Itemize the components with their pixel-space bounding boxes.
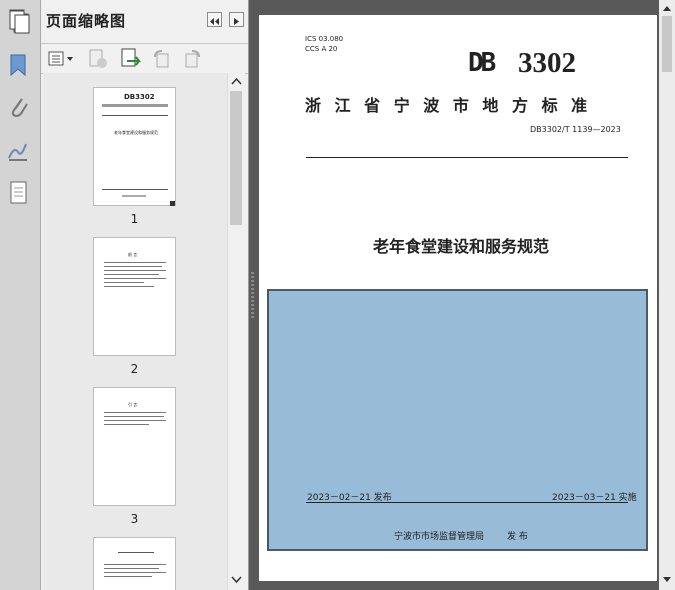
doc-scroll-up-icon[interactable] [662,4,672,12]
header-divider [306,157,628,158]
document-scroll-thumb[interactable] [662,16,672,72]
footer-divider [306,502,628,503]
db-logo: DB [468,48,496,78]
scroll-up-icon[interactable] [231,77,242,85]
ics-code: ICS 03.080 [305,35,344,43]
standard-id: DB3302/T 1139—2023 [530,125,621,134]
db-number: 3302 [518,47,576,79]
document-title: 老年食堂建设和服务规范 [373,237,550,256]
bookmarks-icon[interactable] [6,52,30,78]
panel-header-icon [9,10,30,34]
current-page-marker [170,201,175,206]
extract-page-icon[interactable] [119,47,143,71]
attachments-icon[interactable] [6,94,30,120]
chevron-right-icon [234,18,239,25]
thumbnail-page-2[interactable]: 前 言 [93,237,176,356]
issue-word: 发 布 [507,532,528,542]
thumbnail-list[interactable]: DB3302 老年食堂建设和服务规范 1 前 言 2 引 言 3 [43,73,227,590]
document-scrollbar[interactable] [659,0,675,590]
options-menu-icon[interactable] [48,50,76,68]
thumbnail-label-3: 3 [130,512,139,526]
splitter-handle[interactable] [251,272,254,318]
scroll-down-icon[interactable] [231,576,242,584]
thumb-db-number: DB3302 [124,93,155,101]
thumbnail-page-4[interactable] [93,537,176,590]
thumbnail-scrollbar[interactable] [227,73,245,590]
issuer-name: 宁波市市场监督管理局 [394,532,485,542]
thumb2-heading: 前 言 [128,252,138,257]
thumbnail-page-3[interactable]: 引 言 [93,387,176,506]
thumbnail-label-2: 2 [130,362,139,376]
signatures-icon[interactable] [6,138,30,164]
thumbnail-toolbar [41,43,248,74]
thumb-title: 老年食堂建设和服务规范 [114,130,158,135]
collapse-panel-button[interactable] [207,12,222,27]
thumbnail-scroll-thumb[interactable] [230,91,242,225]
doc-scroll-down-icon[interactable] [662,576,672,584]
panel-title: 页面缩略图 [46,12,127,30]
double-chevron-left-icon [210,18,219,25]
thumbnail-page-1[interactable]: DB3302 老年食堂建设和服务规范 [93,87,176,206]
expand-panel-button[interactable] [229,12,244,27]
thumbnail-label-1: 1 [130,212,139,226]
standard-category: 浙 江 省 宁 波 市 地 方 标 准 [305,96,592,115]
ccs-code: CCS A 20 [305,45,338,53]
cover-info-box [267,289,648,551]
navigation-rail [0,0,41,590]
rotate-clockwise-icon[interactable] [181,48,203,70]
delete-page-icon[interactable] [87,48,109,70]
layers-page-icon[interactable] [6,180,30,206]
thumb3-heading: 引 言 [128,402,138,407]
rotate-counterclockwise-icon[interactable] [151,48,173,70]
